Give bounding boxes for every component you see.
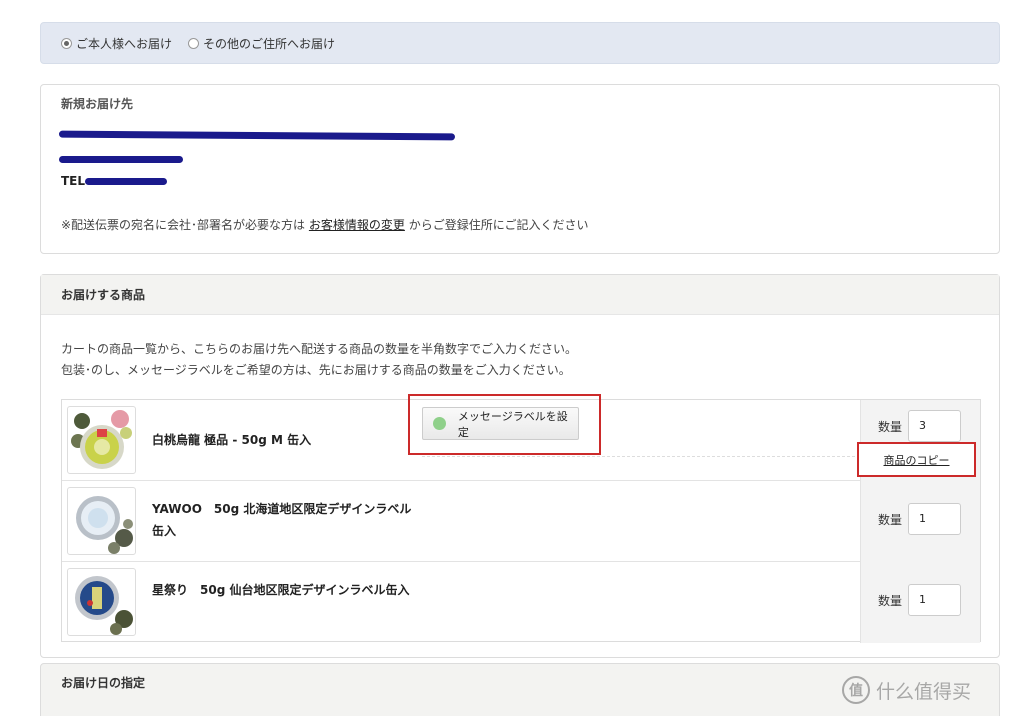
watermark-text: 什么值得买 [876, 680, 972, 703]
tel-label: TEL [61, 174, 86, 188]
note-suffix: からご登録住所にご記入ください [408, 218, 589, 232]
qty-label: 数量 [878, 420, 903, 434]
radio-selected-icon[interactable] [61, 37, 72, 49]
divider [422, 456, 860, 457]
redacted-address-line-2 [59, 156, 183, 163]
copy-product-link[interactable]: 商品のコピー [884, 452, 950, 468]
redacted-address-line-1 [58, 130, 456, 141]
product-row: YAWOO 50g 北海道地区限定デザインラベル缶入 数量 1 [62, 481, 980, 562]
tel-line: TEL [61, 174, 85, 188]
delivery-option-bar: ご本人様へお届け その他のご住所へお届け [40, 22, 1000, 64]
copy-product-highlight: 商品のコピー [857, 442, 976, 477]
customer-info-link[interactable]: お客様情報の変更 [309, 218, 405, 232]
green-dot-icon [433, 417, 446, 430]
address-title: 新規お届け先 [61, 97, 134, 111]
product-table: 白桃烏龍 極品 - 50g M 缶入 メッセージラベルを設定 数量 3 商品のコ… [61, 394, 981, 643]
radio-other-address[interactable]: その他のご住所へお届け [188, 35, 335, 52]
watermark: 值 什么值得买 [842, 676, 971, 704]
product-name: 白桃烏龍 極品 - 50g M 缶入 [152, 433, 312, 447]
delivery-date-title: お届け日の指定 [61, 676, 146, 690]
items-section-title: お届けする商品 [41, 275, 999, 315]
radio-self-delivery[interactable]: ご本人様へお届け [61, 35, 172, 52]
product-name: YAWOO 50g 北海道地区限定デザインラベル缶入 [152, 502, 412, 538]
radio-unselected-icon[interactable] [188, 37, 200, 49]
radio-self-label: ご本人様へお届け [76, 36, 173, 51]
product-image [67, 568, 136, 636]
message-label-highlight: メッセージラベルを設定 [408, 394, 601, 455]
quantity-input[interactable]: 1 [908, 584, 961, 616]
qty-cell: 数量 1 [860, 481, 980, 562]
items-panel: お届けする商品 カートの商品一覧から、こちらのお届け先へ配送する商品の数量を半角… [40, 274, 1000, 658]
radio-other-label: その他のご住所へお届け [203, 36, 336, 51]
message-label-button-text: メッセージラベルを設定 [457, 409, 568, 439]
product-image [67, 406, 136, 474]
product-image [67, 487, 136, 555]
quantity-input[interactable]: 3 [908, 410, 961, 442]
instruction-line-2: 包装･のし、メッセージラベルをご希望の方は、先にお届けする商品の数量をご入力くだ… [61, 363, 571, 377]
address-panel: 新規お届け先 TEL ※配送伝票の宛名に会社･部署名が必要な方は お客様情報の変… [40, 84, 1000, 254]
instruction-line-1: カートの商品一覧から、こちらのお届け先へ配送する商品の数量を半角数字でご入力くだ… [61, 342, 578, 356]
message-label-button[interactable]: メッセージラベルを設定 [422, 407, 579, 440]
address-note: ※配送伝票の宛名に会社･部署名が必要な方は お客様情報の変更 からご登録住所にご… [61, 216, 589, 233]
redacted-tel [85, 178, 167, 185]
items-instructions: カートの商品一覧から、こちらのお届け先へ配送する商品の数量を半角数字でご入力くだ… [61, 339, 577, 381]
product-row: 白桃烏龍 極品 - 50g M 缶入 メッセージラベルを設定 数量 3 商品のコ… [62, 394, 980, 481]
watermark-logo-icon: 值 [842, 676, 870, 704]
qty-label: 数量 [878, 594, 903, 608]
quantity-input[interactable]: 1 [908, 503, 961, 535]
qty-label: 数量 [878, 513, 903, 527]
product-row: 星祭り 50g 仙台地区限定デザインラベル缶入 数量 1 [62, 562, 980, 643]
note-prefix: ※配送伝票の宛名に会社･部署名が必要な方は [61, 218, 306, 232]
product-name: 星祭り 50g 仙台地区限定デザインラベル缶入 [152, 583, 410, 597]
qty-cell: 数量 1 [860, 562, 980, 643]
